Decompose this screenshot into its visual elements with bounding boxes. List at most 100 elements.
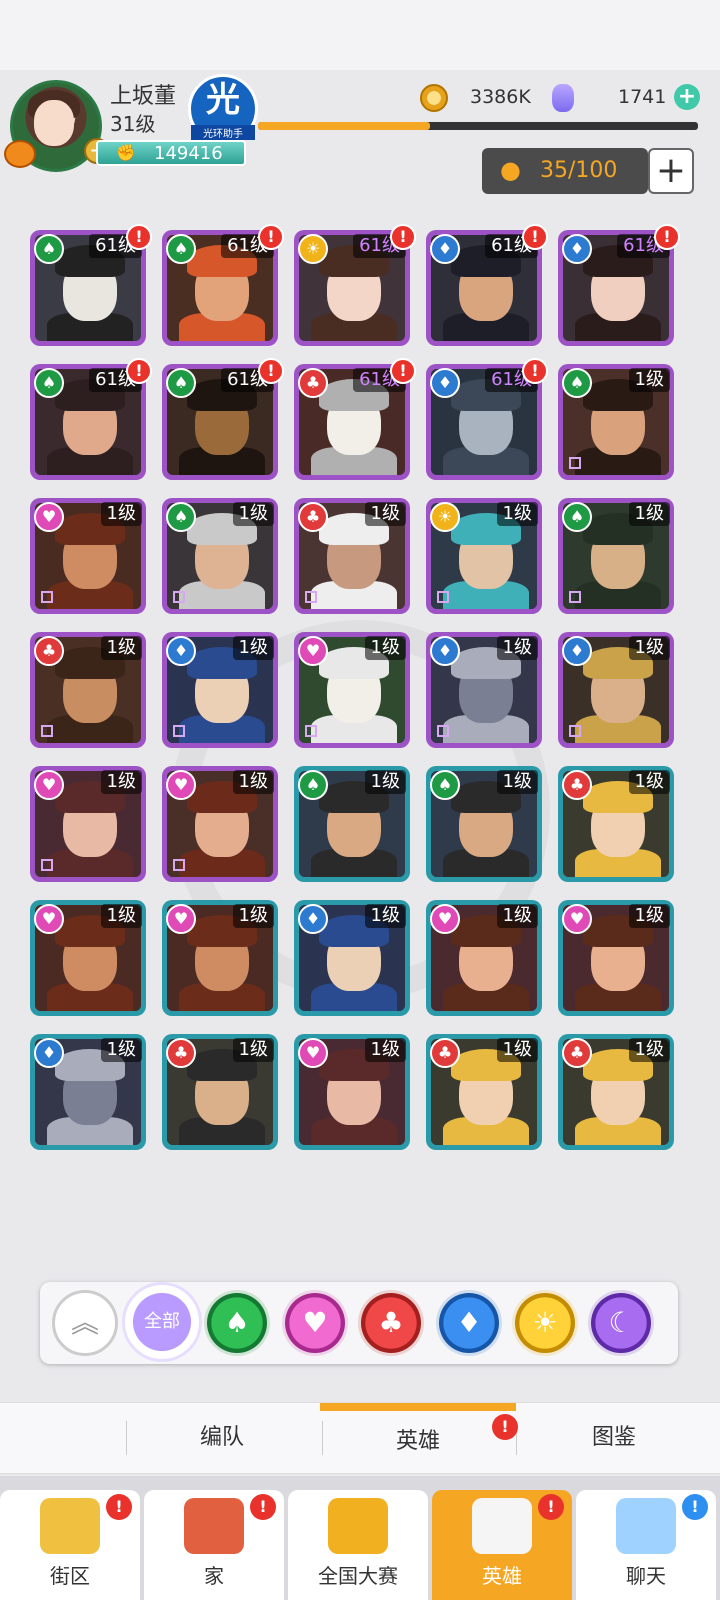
hero-level: 1级 — [100, 636, 142, 660]
hero-level: 1级 — [628, 636, 670, 660]
hero-card[interactable]: ♠ 61级! — [30, 224, 152, 346]
rarity-mark — [305, 725, 317, 737]
hero-card[interactable]: ♥ 1级 — [162, 766, 278, 882]
expand-capacity-button[interactable]: + — [648, 148, 694, 194]
hero-card[interactable]: ♥ 1级 — [162, 900, 278, 1016]
hero-card[interactable]: ♣ 1级 — [558, 766, 674, 882]
filter-blue-diamond-button[interactable]: ♦ — [436, 1290, 502, 1356]
green-suit-icon: ♠ — [166, 502, 196, 532]
hero-card[interactable]: ♥ 1级 — [30, 900, 146, 1016]
guanghuan-assistant-badge[interactable]: 光 光环助手 — [188, 74, 258, 144]
upgrade-alert-icon: ! — [522, 358, 548, 384]
hero-card[interactable]: ♠ 1级 — [426, 766, 542, 882]
hero-card[interactable]: ☀ 61级! — [294, 224, 416, 346]
hero-card[interactable]: ♣ 1级 — [162, 1034, 278, 1150]
upgrade-alert-icon: ! — [390, 358, 416, 384]
hero-card[interactable]: ♥ 1级 — [30, 498, 146, 614]
hero-level: 1级 — [364, 636, 406, 660]
nav-label: 全国大赛 — [318, 1564, 398, 1588]
hero-level: 1级 — [364, 904, 406, 928]
hero-level: 1级 — [232, 1038, 274, 1062]
red-suit-icon: ♣ — [34, 636, 64, 666]
subtab-1[interactable]: 英雄 — [320, 1403, 516, 1473]
pink-suit-icon: ♥ — [34, 770, 64, 800]
subtab-0[interactable]: 编队 — [124, 1403, 320, 1473]
gold-coin-icon — [420, 84, 448, 112]
red-suit-icon: ♣ — [430, 1038, 460, 1068]
hero-card[interactable]: ♦ 1级 — [558, 632, 674, 748]
hero-card[interactable]: ♣ 1级 — [294, 498, 410, 614]
nav-chat[interactable]: 聊天! — [576, 1490, 716, 1600]
nav-national-contest[interactable]: 全国大赛 — [288, 1490, 428, 1600]
hero-level: 1级 — [496, 636, 538, 660]
pink-suit-icon: ♥ — [298, 636, 328, 666]
pink-suit-icon: ♥ — [562, 904, 592, 934]
hero-level: 1级 — [364, 770, 406, 794]
hero-card[interactable]: ♠ 61级! — [30, 358, 152, 480]
filter-purple-moon-button[interactable]: ☾ — [588, 1290, 654, 1356]
filter-pink-heart-button[interactable]: ♥ — [282, 1290, 348, 1356]
collapse-filters-button[interactable]: ︽ — [52, 1290, 118, 1356]
nav-label: 街区 — [50, 1564, 90, 1588]
pink-suit-icon: ♥ — [34, 502, 64, 532]
hero-level: 1级 — [628, 904, 670, 928]
filter-red-club-button[interactable]: ♣ — [358, 1290, 424, 1356]
hero-card[interactable]: ♦ 61级! — [426, 224, 548, 346]
hero-card[interactable]: ♣ 1级 — [558, 1034, 674, 1150]
capacity-value: 35/100 — [540, 158, 618, 183]
player-avatar[interactable]: + — [4, 78, 110, 178]
filter-all-button[interactable]: 全部 — [122, 1282, 202, 1362]
hero-level: 1级 — [100, 1038, 142, 1062]
person-icon: ● — [500, 156, 521, 184]
add-gems-button[interactable]: + — [674, 84, 700, 110]
rarity-mark — [437, 591, 449, 603]
hero-card[interactable]: ♥ 1级 — [426, 900, 542, 1016]
nav-home[interactable]: 家! — [144, 1490, 284, 1600]
hero-card[interactable]: ♦ 61级! — [426, 358, 548, 480]
hero-level: 1级 — [232, 502, 274, 526]
hero-level: 1级 — [100, 502, 142, 526]
hero-card[interactable]: ♦ 1级 — [30, 1034, 146, 1150]
green-suit-icon: ♠ — [34, 234, 64, 264]
hero-card[interactable]: ♥ 1级 — [294, 1034, 410, 1150]
upgrade-alert-icon: ! — [126, 224, 152, 250]
gem-icon — [552, 84, 574, 112]
filter-gold-sun-button[interactable]: ☀ — [512, 1290, 578, 1356]
xp-bar — [258, 122, 698, 130]
pink-suit-icon: ♥ — [166, 904, 196, 934]
hero-level: 1级 — [628, 1038, 670, 1062]
chat-bubble-icon — [616, 1498, 676, 1554]
green-suit-icon: ♠ — [166, 234, 196, 264]
hero-card[interactable]: ♠ 1级 — [294, 766, 410, 882]
hero-card[interactable]: ♣ 61级! — [294, 358, 416, 480]
blue-suit-icon: ♦ — [430, 234, 460, 264]
hero-card[interactable]: ♠ 1级 — [558, 364, 674, 480]
filter-green-spade-button[interactable]: ♠ — [204, 1290, 270, 1356]
hero-card[interactable]: ♠ 1级 — [162, 498, 278, 614]
player-level: 31级 — [110, 112, 156, 136]
hero-card[interactable]: ♦ 1级 — [294, 900, 410, 1016]
green-suit-icon: ♠ — [562, 368, 592, 398]
hero-card[interactable]: ♠ 61级! — [162, 224, 284, 346]
subtab-2[interactable]: 图鉴 — [516, 1403, 712, 1473]
hero-level: 1级 — [628, 770, 670, 794]
hero-card[interactable]: ♠ 1级 — [558, 498, 674, 614]
hero-card[interactable]: ☀ 1级 — [426, 498, 542, 614]
hero-card[interactable]: ♥ 1级 — [558, 900, 674, 1016]
hero-card[interactable]: ♣ 1级 — [426, 1034, 542, 1150]
rarity-mark — [569, 725, 581, 737]
rarity-mark — [437, 725, 449, 737]
bottom-navigation: 街区! 家! 全国大赛 英雄! 聊天! — [0, 1476, 720, 1600]
avatar-face — [34, 100, 74, 146]
hero-card[interactable]: ♦ 1级 — [426, 632, 542, 748]
hero-card[interactable]: ♠ 61级! — [162, 358, 284, 480]
hero-card[interactable]: ♣ 1级 — [30, 632, 146, 748]
hero-card[interactable]: ♥ 1级 — [30, 766, 146, 882]
hero-card[interactable]: ♦ 1级 — [162, 632, 278, 748]
nav-heroes[interactable]: 英雄! — [432, 1490, 572, 1600]
red-suit-icon: ♣ — [562, 770, 592, 800]
hero-card[interactable]: ♥ 1级 — [294, 632, 410, 748]
hero-card[interactable]: ♦ 61级! — [558, 224, 680, 346]
nav-street[interactable]: 街区! — [0, 1490, 140, 1600]
rarity-mark — [305, 591, 317, 603]
